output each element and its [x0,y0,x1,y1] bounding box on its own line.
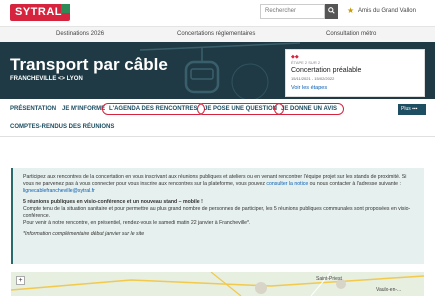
step-label: ÉTAPE 2 SUR 2 [291,60,321,65]
map[interactable]: + Saint-Priest Vaulx-en-... [11,272,424,296]
top-bar: SYTRAL Rechercher ★ Amis du Grand Vallon [0,0,435,26]
email-link[interactable]: lignecablefrancheville@sytral.fr [23,188,95,194]
info-paragraph-1: Participez aux rencontres de la concerta… [23,174,418,195]
map-label: Vaulx-en-... [376,287,402,293]
tab-je-m-informe[interactable]: JE M'INFORME [62,106,105,112]
logo-text: SYTRAL [15,6,62,18]
info-text-1b: ou nous contacter à l'adresse suivante : [309,181,401,187]
tab-presentation[interactable]: PRÉSENTATION [10,106,56,112]
search-input[interactable]: Rechercher [260,4,325,19]
section-tabs: PRÉSENTATION JE M'INFORME L'AGENDA DES R… [0,99,435,137]
search-placeholder: Rechercher [265,8,297,14]
step-card: ◆◆ ÉTAPE 2 SUR 2 Concertation préalable … [285,49,425,97]
info-heading: 5 réunions publiques en visio-conférence… [23,199,203,205]
logo-accent [61,4,70,13]
info-note: *Information complémentaire début janvie… [23,231,145,237]
friends-link[interactable]: Amis du Grand Vallon [358,8,416,14]
step-title: Concertation préalable [291,67,362,74]
notice-link[interactable]: consulter la notice [266,181,308,187]
step-dates: 15/11/2021 - 15/02/2022 [291,76,335,81]
tab-je-donne-un-avis[interactable]: JE DONNE UN AVIS [274,103,345,115]
tab-je-pose-une-question[interactable]: JE POSE UNE QUESTION [197,103,285,115]
tab-agenda-rencontres[interactable]: L'AGENDA DES RENCONTRES [102,103,205,115]
nav-item-concertations[interactable]: Concertations réglementaires [177,31,255,37]
sytral-logo[interactable]: SYTRAL [10,4,70,21]
search-button[interactable] [325,4,338,19]
main-nav: Destinations 2026 Concertations réglemen… [0,26,435,42]
page-subtitle: FRANCHEVILLE <> LYON [10,76,83,82]
more-tabs-button[interactable]: Plus ▪▪▪ [398,104,426,115]
info-paragraph-2: Compte tenu de la situation sanitaire et… [23,206,411,219]
search-icon [328,7,335,14]
map-label: Saint-Priest [316,276,342,282]
info-paragraph-3: Pour venir à notre rencontre, en présent… [23,220,251,226]
nav-item-consultation-metro[interactable]: Consultation métro [326,31,376,37]
zoom-in-button[interactable]: + [16,276,25,285]
see-steps-link[interactable]: Voir les étapes [291,85,327,91]
info-box: Participez aux rencontres de la concerta… [11,168,424,264]
map-roads [11,272,424,296]
tab-comptes-rendus[interactable]: COMPTES-RENDUS DES RÉUNIONS [10,124,114,130]
star-icon: ★ [347,6,355,15]
nav-item-destinations[interactable]: Destinations 2026 [56,31,104,37]
page-title: Transport par câble [10,55,168,74]
